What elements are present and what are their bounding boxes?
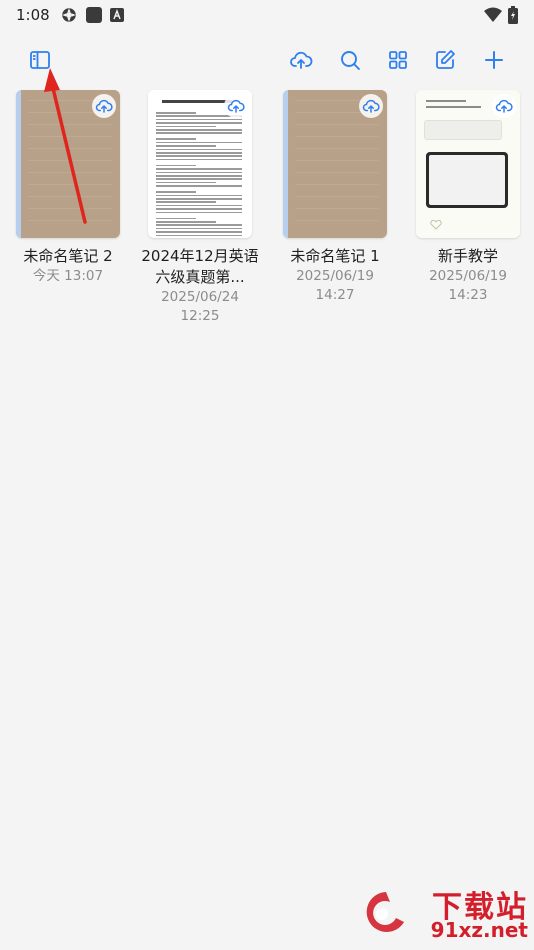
guide-preview-line bbox=[426, 106, 481, 108]
guide-preview-line bbox=[426, 100, 466, 102]
cover-lines bbox=[295, 100, 379, 228]
cloud-upload-badge[interactable] bbox=[92, 94, 116, 118]
cloud-upload-badge[interactable] bbox=[224, 94, 248, 118]
battery-icon bbox=[508, 6, 518, 24]
cloud-upload-icon bbox=[362, 99, 380, 113]
doc-preview-line bbox=[156, 171, 242, 174]
doc-preview-line bbox=[156, 185, 242, 187]
doc-preview-title bbox=[162, 100, 232, 103]
guide-preview-card bbox=[424, 120, 502, 140]
note-item[interactable]: 未命名笔记 2 今天 13:07 bbox=[16, 90, 120, 286]
cloud-upload-badge[interactable] bbox=[359, 94, 383, 118]
doc-preview-line bbox=[156, 122, 242, 124]
toolbar bbox=[0, 40, 534, 82]
doc-preview-line bbox=[156, 231, 242, 233]
doc-preview-line bbox=[156, 175, 242, 177]
note-time: 14:27 bbox=[315, 287, 355, 303]
wifi-icon bbox=[484, 7, 502, 22]
doc-preview-line bbox=[156, 155, 242, 157]
note-title: 新手教学 bbox=[437, 247, 498, 265]
doc-preview-line bbox=[156, 221, 216, 223]
status-bar: 1:08 bbox=[0, 0, 534, 30]
doc-preview-line bbox=[156, 234, 242, 237]
note-time: 12:25 bbox=[180, 308, 220, 324]
doc-preview-line bbox=[156, 132, 242, 134]
cloud-upload-icon bbox=[95, 99, 113, 113]
watermark-logo-icon bbox=[366, 892, 404, 932]
cloud-upload-badge[interactable] bbox=[492, 94, 516, 118]
doc-preview-line bbox=[156, 118, 242, 121]
edit-button[interactable] bbox=[425, 40, 465, 80]
watermark-text-url: 91xz.net bbox=[430, 918, 528, 942]
search-button[interactable] bbox=[330, 40, 370, 80]
doc-preview-line bbox=[156, 178, 242, 180]
edit-icon bbox=[436, 50, 455, 69]
doc-preview-line bbox=[156, 208, 242, 210]
doc-preview-line bbox=[156, 152, 242, 154]
doc-preview-line bbox=[156, 224, 242, 226]
grid-view-button[interactable] bbox=[378, 40, 418, 80]
doc-preview-line bbox=[156, 141, 242, 144]
doc-preview-line bbox=[156, 227, 242, 230]
doc-preview-line bbox=[156, 168, 242, 170]
doc-preview-line bbox=[156, 145, 216, 147]
note-date: 2025/06/24 bbox=[161, 289, 239, 305]
doc-preview-line bbox=[156, 181, 216, 184]
cover-lines bbox=[28, 100, 112, 228]
note-date: 2025/06/19 bbox=[429, 268, 507, 284]
note-date: 今天 13:07 bbox=[32, 268, 104, 284]
guide-preview-screen bbox=[429, 155, 505, 205]
cloud-upload-icon bbox=[227, 99, 245, 113]
cloud-upload-icon bbox=[290, 51, 313, 69]
notebook-spine bbox=[283, 90, 288, 238]
status-time: 1:08 bbox=[16, 6, 50, 24]
heart-doodle-icon bbox=[430, 220, 442, 230]
doc-preview-line bbox=[156, 204, 242, 207]
doc-preview-line bbox=[156, 164, 196, 167]
search-icon bbox=[341, 51, 360, 70]
grid-icon bbox=[389, 51, 407, 69]
doc-preview-line bbox=[156, 211, 242, 214]
note-date: 2025/06/19 bbox=[296, 268, 374, 284]
doc-preview-line bbox=[156, 112, 196, 114]
settings-gear-icon bbox=[61, 8, 76, 22]
note-item[interactable]: 2024年12月英语六级真题第... 2025/06/24 12:25 bbox=[141, 90, 259, 326]
status-icons-left bbox=[60, 6, 124, 24]
note-time: 14:23 bbox=[448, 287, 488, 303]
doc-preview-line bbox=[156, 129, 242, 131]
app-square-icon bbox=[85, 7, 102, 23]
note-item[interactable]: 新手教学 2025/06/19 14:23 bbox=[416, 90, 520, 305]
sidebar-icon bbox=[30, 51, 50, 69]
doc-preview-line bbox=[156, 138, 196, 140]
doc-preview-line bbox=[156, 198, 242, 200]
cloud-sync-button[interactable] bbox=[281, 40, 321, 80]
add-note-button[interactable] bbox=[474, 40, 514, 80]
guide-preview-tablet bbox=[426, 152, 508, 208]
status-icons-right bbox=[484, 6, 518, 24]
note-cover[interactable] bbox=[416, 90, 520, 238]
doc-preview-line bbox=[156, 158, 242, 161]
plus-icon bbox=[485, 51, 503, 69]
doc-preview-line bbox=[156, 217, 196, 220]
note-cover[interactable] bbox=[148, 90, 252, 238]
doc-preview-line bbox=[156, 148, 242, 151]
doc-preview-line bbox=[156, 201, 216, 203]
text-a-icon bbox=[109, 8, 124, 22]
doc-preview-line bbox=[156, 194, 242, 197]
note-item[interactable]: 未命名笔记 1 2025/06/19 14:27 bbox=[283, 90, 387, 305]
note-cover[interactable] bbox=[283, 90, 387, 238]
note-title: 未命名笔记 1 bbox=[290, 247, 380, 265]
doc-preview-line bbox=[156, 125, 216, 128]
note-cover[interactable] bbox=[16, 90, 120, 238]
note-title: 未命名笔记 2 bbox=[23, 247, 113, 265]
note-title: 2024年12月英语六级真题第... bbox=[141, 247, 259, 286]
sidebar-toggle-button[interactable] bbox=[20, 40, 60, 80]
notebook-spine bbox=[16, 90, 21, 238]
watermark: 下载站 91xz.net bbox=[360, 882, 528, 946]
cloud-upload-icon bbox=[495, 99, 513, 113]
doc-preview-line bbox=[156, 191, 196, 193]
